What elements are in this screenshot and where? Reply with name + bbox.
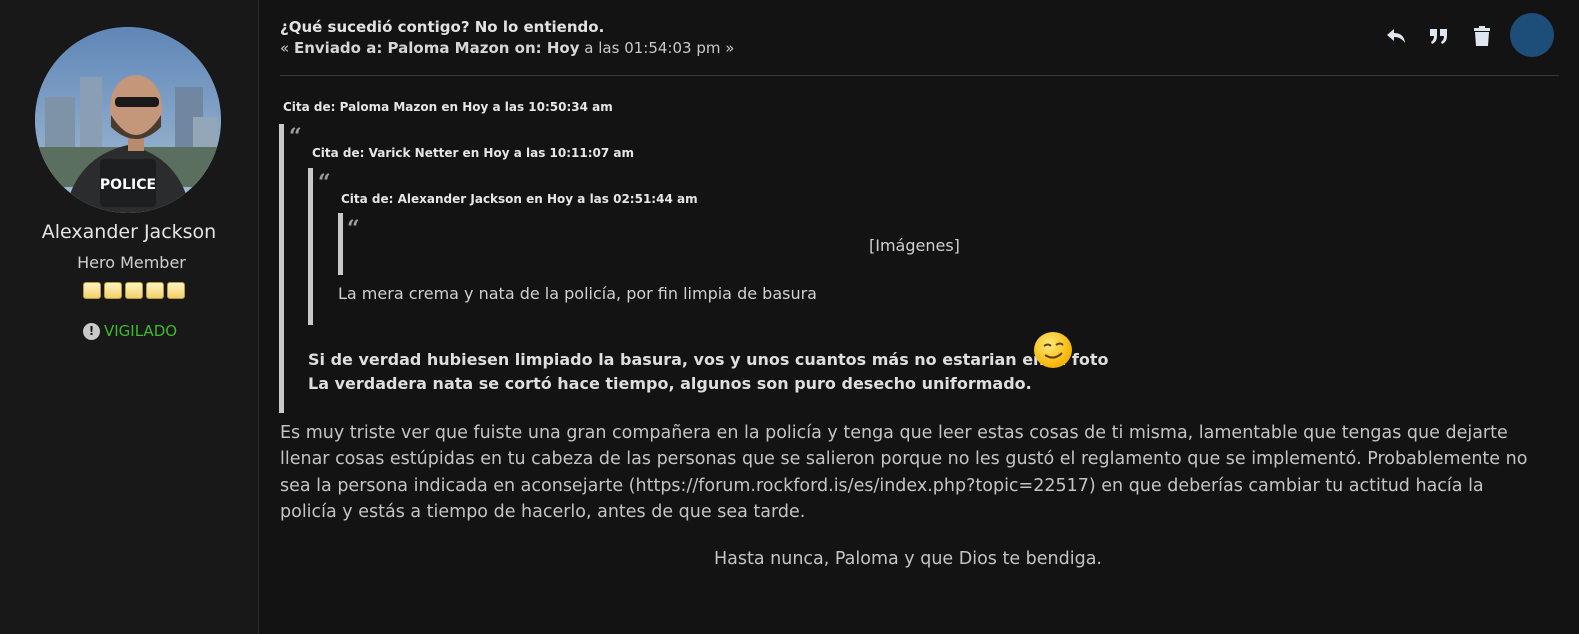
images-placeholder[interactable]: [Imágenes] xyxy=(869,236,960,255)
avatar-image: POLICE xyxy=(35,27,221,213)
warning-icon: ! xyxy=(83,322,100,340)
quote-1-cite[interactable]: Cita de: Paloma Mazon en Hoy a las 10:50… xyxy=(283,100,613,114)
quote-1-text: Si de verdad hubiesen limpiado la basura… xyxy=(308,348,1108,396)
star-icon xyxy=(125,282,143,299)
quote-mark-icon: “ xyxy=(347,216,360,242)
reply-icon[interactable] xyxy=(1382,22,1410,50)
profile-avatar-button[interactable] xyxy=(1510,13,1554,57)
meta-suffix: » xyxy=(725,39,735,57)
header-divider xyxy=(280,75,1559,76)
meta-sent: Enviado a: Paloma Mazon on: Hoy xyxy=(293,39,580,57)
quote-mark-icon: “ xyxy=(289,124,302,150)
star-icon xyxy=(146,282,164,299)
watch-status-label: VIGILADO xyxy=(104,322,178,340)
quote-2-cite[interactable]: Cita de: Varick Netter en Hoy a las 10:1… xyxy=(312,146,634,160)
quote-1-line-2: La verdadera nata se cortó hace tiempo, … xyxy=(308,374,1032,393)
username[interactable]: Alexander Jackson xyxy=(0,221,258,243)
star-icon xyxy=(104,282,122,299)
quote-2-text: La mera crema y nata de la policía, por … xyxy=(338,284,817,303)
quote-1-bar xyxy=(279,124,284,413)
post-meta: « Enviado a: Paloma Mazon on: Hoy a las … xyxy=(280,39,734,57)
watch-status: ! VIGILADO xyxy=(83,322,177,340)
user-rank: Hero Member xyxy=(77,253,186,272)
star-icon xyxy=(167,282,185,299)
quote-1-line-1: Si de verdad hubiesen limpiado la basura… xyxy=(308,350,1109,369)
meta-time: a las 01:54:03 pm xyxy=(584,39,721,57)
rank-stars xyxy=(83,282,185,299)
quote-mark-icon: “ xyxy=(318,170,331,196)
smiley-emoji-icon xyxy=(1034,332,1072,368)
meta-prefix: « xyxy=(280,39,290,57)
post-body: Es muy triste ver que fuiste una gran co… xyxy=(280,423,1528,522)
post-title[interactable]: ¿Qué sucedió contigo? No lo entiendo. xyxy=(280,18,604,36)
user-sidebar: POLICE Alexander Jackson Hero Member ! V… xyxy=(0,0,259,634)
post-signoff: Hasta nunca, Paloma y que Dios te bendig… xyxy=(714,549,1102,569)
trash-icon[interactable] xyxy=(1468,22,1496,50)
avatar-badge-text: POLICE xyxy=(100,177,156,193)
quote-3-cite[interactable]: Cita de: Alexander Jackson en Hoy a las … xyxy=(341,192,698,206)
star-icon xyxy=(83,282,101,299)
quote-3-bar xyxy=(338,213,343,275)
quote-icon[interactable] xyxy=(1425,22,1453,50)
avatar[interactable]: POLICE xyxy=(35,27,221,213)
quote-2-bar xyxy=(308,168,313,325)
